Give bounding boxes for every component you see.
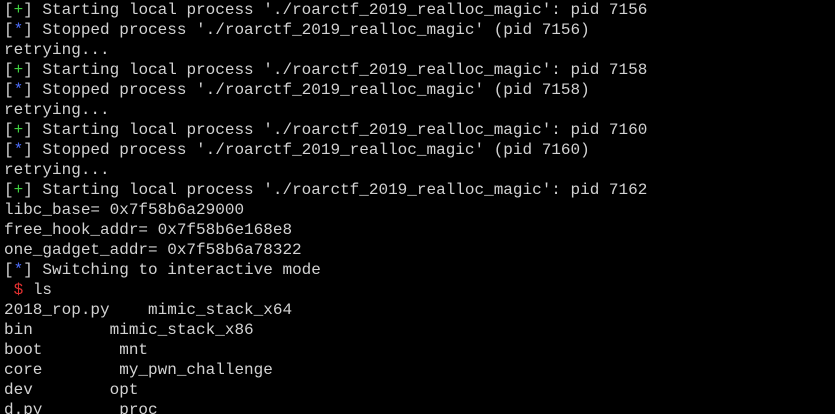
- log-text: Stopped process './roarctf_2019_realloc_…: [42, 21, 590, 39]
- log-text: free_hook_addr= 0x7f58b6e168e8: [4, 221, 293, 239]
- log-line-5: [*] Stopped process './roarctf_2019_real…: [4, 81, 590, 99]
- log-line-2: [*] Stopped process './roarctf_2019_real…: [4, 21, 590, 39]
- log-line-14: [*] Switching to interactive mode: [4, 261, 321, 279]
- log-text: Stopped process './roarctf_2019_realloc_…: [42, 81, 590, 99]
- log-line-12: free_hook_addr= 0x7f58b6e168e8: [4, 220, 835, 240]
- listing-row: bin mimic_stack_x86: [4, 321, 254, 339]
- status-marker: +: [13, 121, 24, 139]
- log-text: Starting local process './roarctf_2019_r…: [42, 181, 648, 199]
- log-line-6: retrying...: [4, 100, 835, 120]
- status-marker: *: [13, 141, 24, 159]
- status-marker: +: [13, 1, 24, 19]
- prompt-symbol: $: [13, 281, 24, 299]
- log-line-9: retrying...: [4, 160, 835, 180]
- listing-row: boot mnt: [4, 341, 149, 359]
- shell-prompt-line: $ ls: [4, 280, 835, 300]
- listing-row: 2018_rop.py mimic_stack_x64: [4, 301, 293, 319]
- status-marker: *: [13, 261, 24, 279]
- log-line-8: [*] Stopped process './roarctf_2019_real…: [4, 141, 590, 159]
- log-text: Stopped process './roarctf_2019_realloc_…: [42, 141, 590, 159]
- listing-row: core my_pwn_challenge: [4, 361, 273, 379]
- listing-row: dev opt: [4, 381, 139, 399]
- status-marker: +: [13, 61, 24, 79]
- log-text: one_gadget_addr= 0x7f58b6a78322: [4, 241, 302, 259]
- log-text: Starting local process './roarctf_2019_r…: [42, 121, 648, 139]
- status-marker: *: [13, 21, 24, 39]
- status-marker: *: [13, 81, 24, 99]
- log-text: retrying...: [4, 161, 110, 179]
- status-marker: +: [13, 181, 24, 199]
- log-line-11: libc_base= 0x7f58b6a29000: [4, 200, 835, 220]
- log-line-10: [+] Starting local process './roarctf_20…: [4, 181, 648, 199]
- listing-row: d.py proc: [4, 401, 158, 414]
- terminal-output[interactable]: [+] Starting local process './roarctf_20…: [4, 0, 835, 414]
- log-text: Switching to interactive mode: [42, 261, 321, 279]
- log-line-1: [+] Starting local process './roarctf_20…: [4, 1, 648, 19]
- log-text: retrying...: [4, 41, 110, 59]
- log-line-13: one_gadget_addr= 0x7f58b6a78322: [4, 240, 835, 260]
- log-text: retrying...: [4, 101, 110, 119]
- log-line-4: [+] Starting local process './roarctf_20…: [4, 61, 648, 79]
- log-line-7: [+] Starting local process './roarctf_20…: [4, 121, 648, 139]
- log-line-3: retrying...: [4, 40, 835, 60]
- log-text: libc_base= 0x7f58b6a29000: [4, 201, 245, 219]
- log-text: Starting local process './roarctf_2019_r…: [42, 61, 648, 79]
- prompt-command: ls: [32, 281, 53, 299]
- log-text: Starting local process './roarctf_2019_r…: [42, 1, 648, 19]
